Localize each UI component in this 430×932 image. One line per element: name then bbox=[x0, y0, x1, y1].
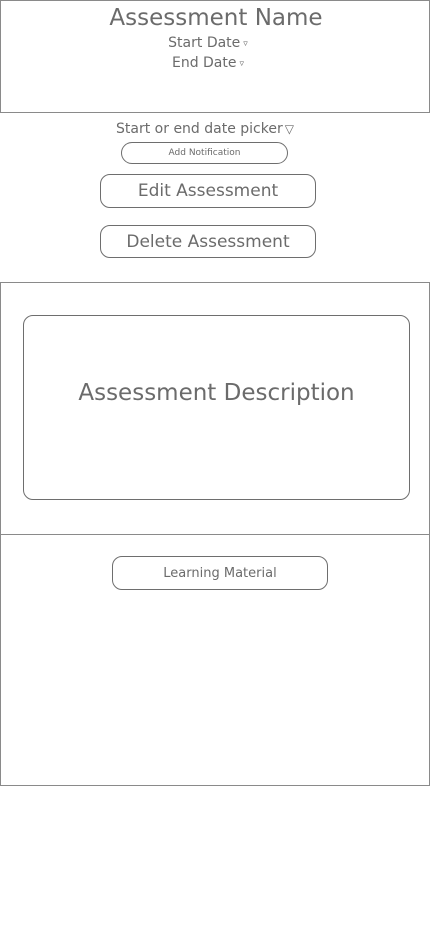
description-section: Assessment Description bbox=[0, 282, 430, 535]
date-picker-chevron-icon: ▽ bbox=[284, 122, 294, 136]
add-notification-button[interactable]: Add Notification bbox=[121, 142, 288, 164]
start-date-dropdown[interactable]: Start Date ▿ bbox=[0, 34, 423, 53]
assessment-header: Assessment Name Start Date ▿ End Date ▿ bbox=[0, 0, 430, 113]
date-picker-label: Start or end date picker bbox=[116, 121, 283, 137]
start-date-chevron-icon: ▿ bbox=[243, 39, 248, 49]
learning-material-section: Learning Material bbox=[0, 534, 430, 786]
delete-assessment-button[interactable]: Delete Assessment bbox=[100, 225, 316, 258]
end-date-label: End Date bbox=[171, 55, 237, 71]
end-date-dropdown[interactable]: End Date ▿ bbox=[0, 54, 423, 73]
assessment-title: Assessment Name bbox=[109, 5, 323, 31]
end-date-chevron-icon: ▿ bbox=[239, 59, 245, 69]
edit-assessment-button[interactable]: Edit Assessment bbox=[100, 174, 316, 208]
assessment-description: Assessment Description bbox=[78, 380, 355, 406]
start-date-label: Start Date bbox=[168, 35, 241, 51]
description-card: Assessment Description bbox=[23, 315, 410, 500]
date-picker-dropdown[interactable]: Start or end date picker ▽ bbox=[0, 120, 420, 138]
learning-material-button[interactable]: Learning Material bbox=[112, 556, 328, 590]
